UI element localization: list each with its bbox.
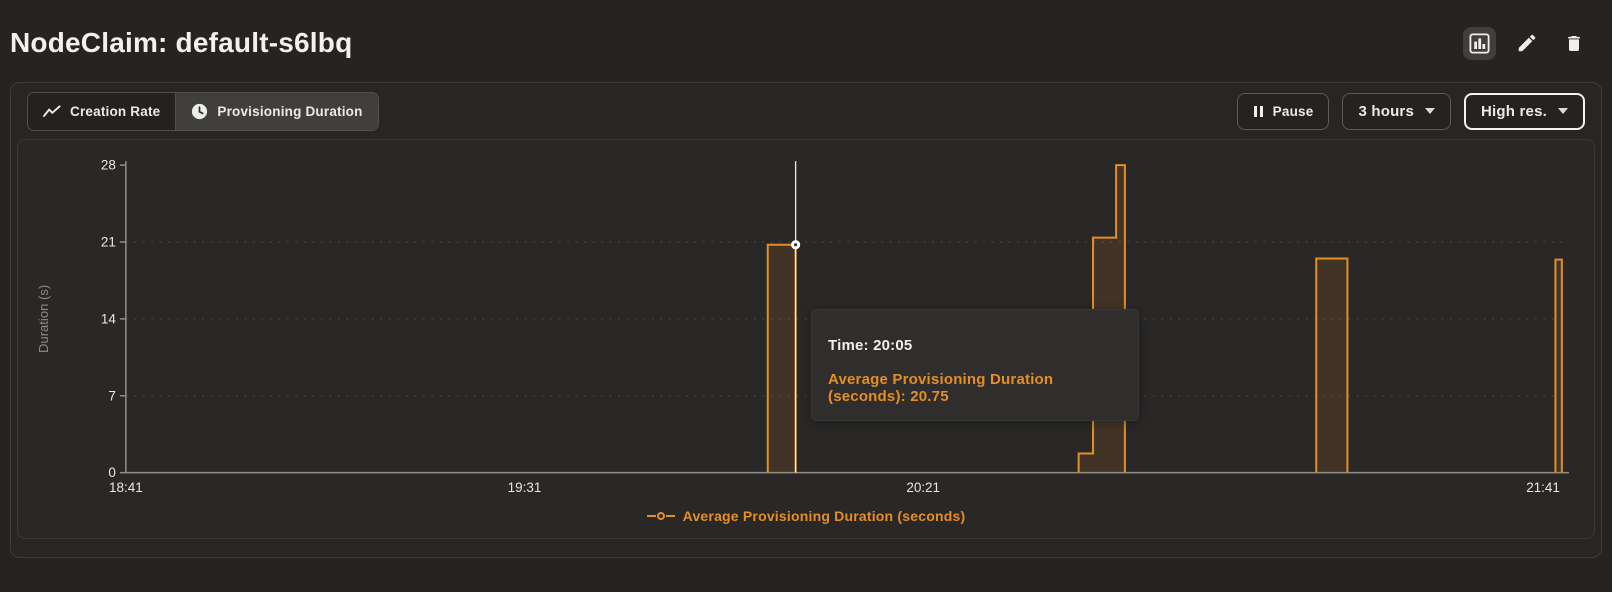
bar-chart-icon [1469, 33, 1490, 54]
chart-toolbar: Creation Rate Provisioning Duration [17, 91, 1595, 131]
series-area [768, 245, 796, 473]
time-range-value: 3 hours [1358, 103, 1414, 120]
charts-toggle-button[interactable] [1463, 27, 1496, 60]
delete-button[interactable] [1558, 27, 1590, 60]
tooltip-value: Average Provisioning Duration (seconds):… [828, 371, 1122, 405]
legend-line-dot-icon [647, 511, 675, 521]
pencil-icon [1516, 32, 1538, 54]
provisioning-duration-chart[interactable]: 0 7 14 21 28 18:41 19:31 20:21 21:41 Duration (s) [18, 140, 1594, 538]
toolbar-right: Pause 3 hours High res. [1237, 93, 1585, 130]
y-tick-label: 7 [108, 388, 116, 403]
trend-line-icon [43, 105, 61, 118]
chart-panel: 0 7 14 21 28 18:41 19:31 20:21 21:41 Duration (s)… [17, 139, 1595, 539]
pause-icon [1253, 105, 1264, 118]
y-tick-label: 28 [101, 158, 116, 173]
trash-icon [1564, 33, 1584, 54]
y-tick-label: 0 [108, 465, 116, 480]
y-tick-label: 21 [101, 234, 116, 249]
tab-provisioning-duration[interactable]: Provisioning Duration [175, 93, 377, 130]
pause-label: Pause [1273, 104, 1314, 119]
x-tick-label: 21:41 [1526, 480, 1560, 495]
chevron-down-icon [1425, 108, 1435, 114]
page-title: NodeClaim: default-s6lbq [10, 27, 1463, 59]
series-area [1316, 258, 1347, 472]
y-tick-label: 14 [101, 311, 116, 326]
y-axis-title: Duration (s) [36, 285, 51, 353]
x-tick-label: 19:31 [508, 480, 542, 495]
time-range-select[interactable]: 3 hours [1342, 93, 1451, 130]
hover-dot-core [794, 243, 797, 246]
chevron-down-icon [1558, 108, 1568, 114]
header-actions [1463, 26, 1590, 60]
chart-legend[interactable]: Average Provisioning Duration (seconds) [18, 508, 1594, 524]
resolution-select[interactable]: High res. [1464, 93, 1585, 130]
chart-tabs: Creation Rate Provisioning Duration [27, 92, 379, 131]
clock-icon [191, 103, 208, 120]
pause-button[interactable]: Pause [1237, 93, 1330, 130]
metrics-card: Creation Rate Provisioning Duration [10, 82, 1602, 558]
edit-button[interactable] [1510, 26, 1544, 60]
legend-label: Average Provisioning Duration (seconds) [683, 508, 966, 524]
tooltip-time: Time: 20:05 [828, 337, 1122, 354]
tab-creation-rate[interactable]: Creation Rate [28, 93, 175, 130]
x-tick-label: 18:41 [109, 480, 143, 495]
chart-tooltip: Time: 20:05 Average Provisioning Duratio… [811, 309, 1139, 421]
x-tick-label: 20:21 [906, 480, 940, 495]
header: NodeClaim: default-s6lbq [0, 0, 1612, 82]
resolution-value: High res. [1481, 103, 1547, 120]
page: NodeClaim: default-s6lbq [0, 0, 1612, 592]
tab-label: Creation Rate [70, 104, 160, 119]
tab-label: Provisioning Duration [217, 104, 362, 119]
